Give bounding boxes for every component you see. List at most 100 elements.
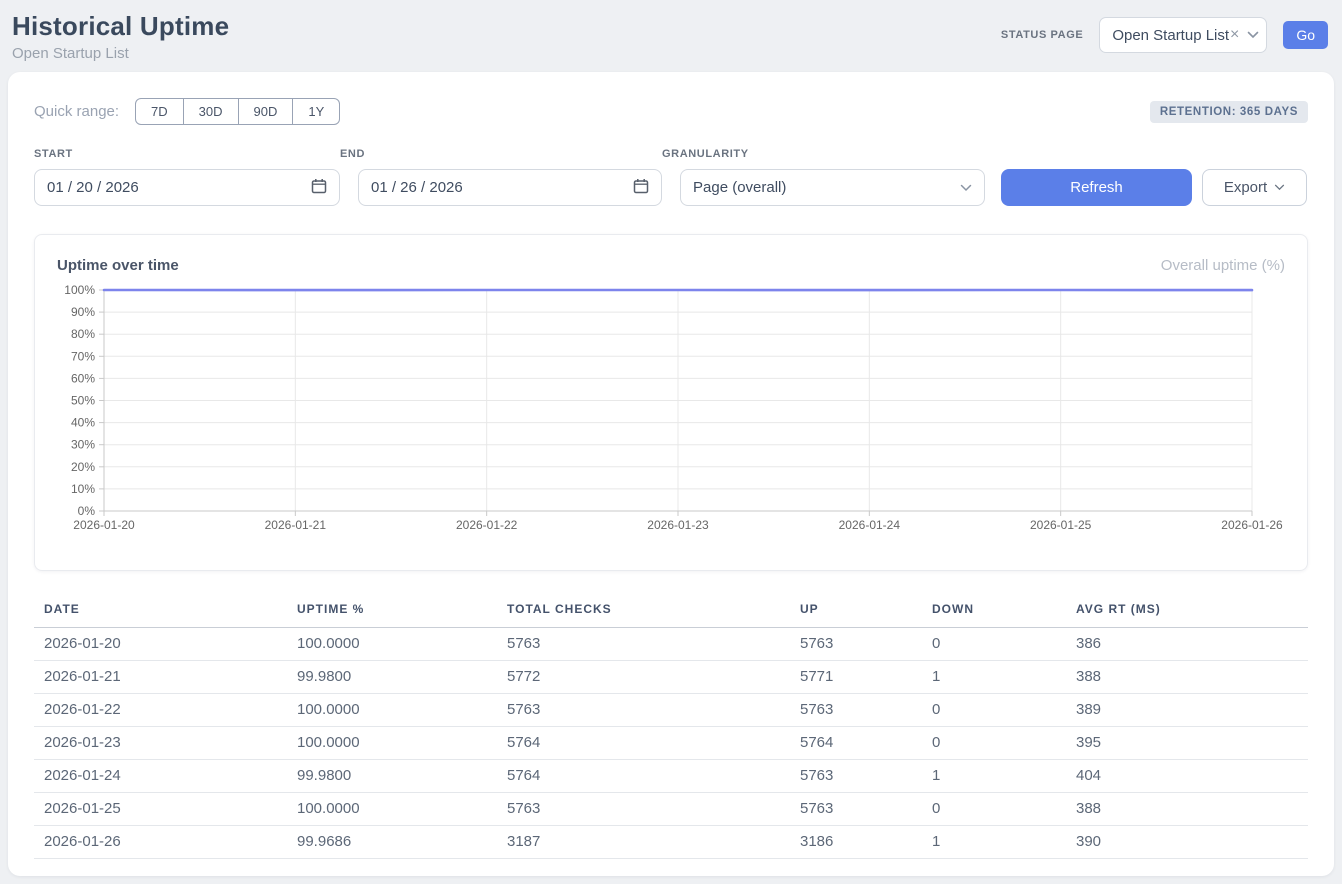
main-card: Quick range: 7D30D90D1Y RETENTION: 365 D… bbox=[8, 72, 1334, 876]
table-cell: 395 bbox=[1066, 727, 1308, 760]
end-date-label: END bbox=[340, 148, 662, 160]
granularity-select[interactable]: Page (overall) bbox=[680, 169, 985, 206]
table-row: 2026-01-25100.0000576357630388 bbox=[34, 793, 1308, 826]
svg-text:100%: 100% bbox=[64, 283, 95, 297]
chevron-down-icon bbox=[1247, 31, 1259, 39]
table-header-cell: AVG RT (MS) bbox=[1066, 596, 1308, 628]
chart-title: Uptime over time bbox=[57, 257, 179, 274]
table-cell: 5763 bbox=[790, 694, 922, 727]
quick-range-button-1y[interactable]: 1Y bbox=[293, 98, 340, 125]
table-cell: 3186 bbox=[790, 826, 922, 859]
status-page-select-value: Open Startup List bbox=[1112, 27, 1229, 44]
table-cell: 5763 bbox=[790, 793, 922, 826]
table-cell: 5763 bbox=[497, 694, 790, 727]
status-page-label: STATUS PAGE bbox=[1001, 29, 1083, 41]
table-cell: 1 bbox=[922, 661, 1066, 694]
svg-text:2026-01-22: 2026-01-22 bbox=[456, 518, 518, 532]
svg-text:20%: 20% bbox=[71, 460, 95, 474]
table-row: 2026-01-2699.9686318731861390 bbox=[34, 826, 1308, 859]
filter-form-row: START 01 / 20 / 2026 END 01 / 26 / 2026 … bbox=[34, 148, 1308, 206]
quick-range-label: Quick range: bbox=[34, 103, 119, 120]
export-button[interactable]: Export bbox=[1202, 169, 1307, 206]
table-cell: 5763 bbox=[497, 793, 790, 826]
granularity-label: GRANULARITY bbox=[662, 148, 985, 160]
table-cell: 2026-01-25 bbox=[34, 793, 287, 826]
table-cell: 388 bbox=[1066, 661, 1308, 694]
chart-header: Uptime over time Overall uptime (%) bbox=[57, 257, 1285, 274]
refresh-button[interactable]: Refresh bbox=[1001, 169, 1192, 206]
table-cell: 389 bbox=[1066, 694, 1308, 727]
table-cell: 386 bbox=[1066, 628, 1308, 661]
table-header-cell: DOWN bbox=[922, 596, 1066, 628]
svg-text:2026-01-20: 2026-01-20 bbox=[73, 518, 135, 532]
svg-text:40%: 40% bbox=[71, 416, 95, 430]
status-page-select[interactable]: Open Startup List × bbox=[1099, 17, 1267, 53]
table-cell: 390 bbox=[1066, 826, 1308, 859]
table-cell: 100.0000 bbox=[287, 727, 497, 760]
start-date-field: START 01 / 20 / 2026 bbox=[34, 148, 340, 206]
chart-legend: Overall uptime (%) bbox=[1161, 257, 1285, 274]
page-heading: Historical Uptime Open Startup List bbox=[12, 11, 229, 62]
table-header-cell: TOTAL CHECKS bbox=[497, 596, 790, 628]
table-cell: 99.9686 bbox=[287, 826, 497, 859]
calendar-icon[interactable] bbox=[311, 178, 327, 198]
table-cell: 2026-01-22 bbox=[34, 694, 287, 727]
table-cell: 5764 bbox=[497, 760, 790, 793]
quick-range-button-90d[interactable]: 90D bbox=[239, 98, 294, 125]
chevron-down-icon bbox=[1274, 184, 1285, 191]
chevron-down-icon bbox=[960, 179, 972, 196]
table-cell: 1 bbox=[922, 760, 1066, 793]
table-cell: 99.9800 bbox=[287, 661, 497, 694]
table-cell: 2026-01-20 bbox=[34, 628, 287, 661]
table-cell: 2026-01-24 bbox=[34, 760, 287, 793]
svg-text:70%: 70% bbox=[71, 349, 95, 363]
granularity-value: Page (overall) bbox=[693, 179, 786, 196]
chart-card: Uptime over time Overall uptime (%) 0% 10… bbox=[34, 234, 1308, 571]
table-header-cell: UP bbox=[790, 596, 922, 628]
quick-range-button-7d[interactable]: 7D bbox=[135, 98, 184, 125]
table-cell: 0 bbox=[922, 793, 1066, 826]
page-header: Historical Uptime Open Startup List STAT… bbox=[0, 0, 1342, 72]
quick-range-group: 7D30D90D1Y bbox=[135, 98, 340, 125]
svg-text:2026-01-24: 2026-01-24 bbox=[839, 518, 901, 532]
table-cell: 5763 bbox=[790, 760, 922, 793]
quick-range-button-30d[interactable]: 30D bbox=[184, 98, 239, 125]
table-cell: 5764 bbox=[497, 727, 790, 760]
svg-text:0%: 0% bbox=[78, 504, 96, 518]
table-cell: 5771 bbox=[790, 661, 922, 694]
quick-range-row: Quick range: 7D30D90D1Y RETENTION: 365 D… bbox=[34, 98, 1308, 125]
table-cell: 5763 bbox=[497, 628, 790, 661]
table-cell: 100.0000 bbox=[287, 628, 497, 661]
svg-text:2026-01-23: 2026-01-23 bbox=[647, 518, 709, 532]
end-date-value: 01 / 26 / 2026 bbox=[371, 179, 463, 196]
granularity-field: GRANULARITY Page (overall) bbox=[662, 148, 985, 206]
table-row: 2026-01-22100.0000576357630389 bbox=[34, 694, 1308, 727]
table-cell: 99.9800 bbox=[287, 760, 497, 793]
table-cell: 404 bbox=[1066, 760, 1308, 793]
table-row: 2026-01-20100.0000576357630386 bbox=[34, 628, 1308, 661]
table-header-row: DATEUPTIME %TOTAL CHECKSUPDOWNAVG RT (MS… bbox=[34, 596, 1308, 628]
clear-icon[interactable]: × bbox=[1230, 27, 1239, 43]
go-button[interactable]: Go bbox=[1283, 21, 1328, 49]
table-cell: 3187 bbox=[497, 826, 790, 859]
table-cell: 100.0000 bbox=[287, 793, 497, 826]
svg-text:2026-01-25: 2026-01-25 bbox=[1030, 518, 1092, 532]
svg-text:90%: 90% bbox=[71, 305, 95, 319]
calendar-icon[interactable] bbox=[633, 178, 649, 198]
header-right: STATUS PAGE Open Startup List × Go bbox=[1001, 17, 1328, 53]
table-row: 2026-01-2499.9800576457631404 bbox=[34, 760, 1308, 793]
uptime-chart: 0%10%20%30%40%50%60%70%80%90%100%2026-01… bbox=[57, 282, 1285, 540]
table-cell: 5763 bbox=[790, 628, 922, 661]
end-date-field: END 01 / 26 / 2026 bbox=[340, 148, 662, 206]
table-header-cell: DATE bbox=[34, 596, 287, 628]
table-cell: 0 bbox=[922, 628, 1066, 661]
svg-text:60%: 60% bbox=[71, 371, 95, 385]
retention-badge: RETENTION: 365 DAYS bbox=[1150, 101, 1308, 123]
end-date-input[interactable]: 01 / 26 / 2026 bbox=[358, 169, 662, 206]
start-date-input[interactable]: 01 / 20 / 2026 bbox=[34, 169, 340, 206]
start-date-label: START bbox=[34, 148, 340, 160]
page-title: Historical Uptime bbox=[12, 11, 229, 42]
table-cell: 5764 bbox=[790, 727, 922, 760]
table-cell: 2026-01-23 bbox=[34, 727, 287, 760]
export-button-label: Export bbox=[1224, 179, 1267, 196]
